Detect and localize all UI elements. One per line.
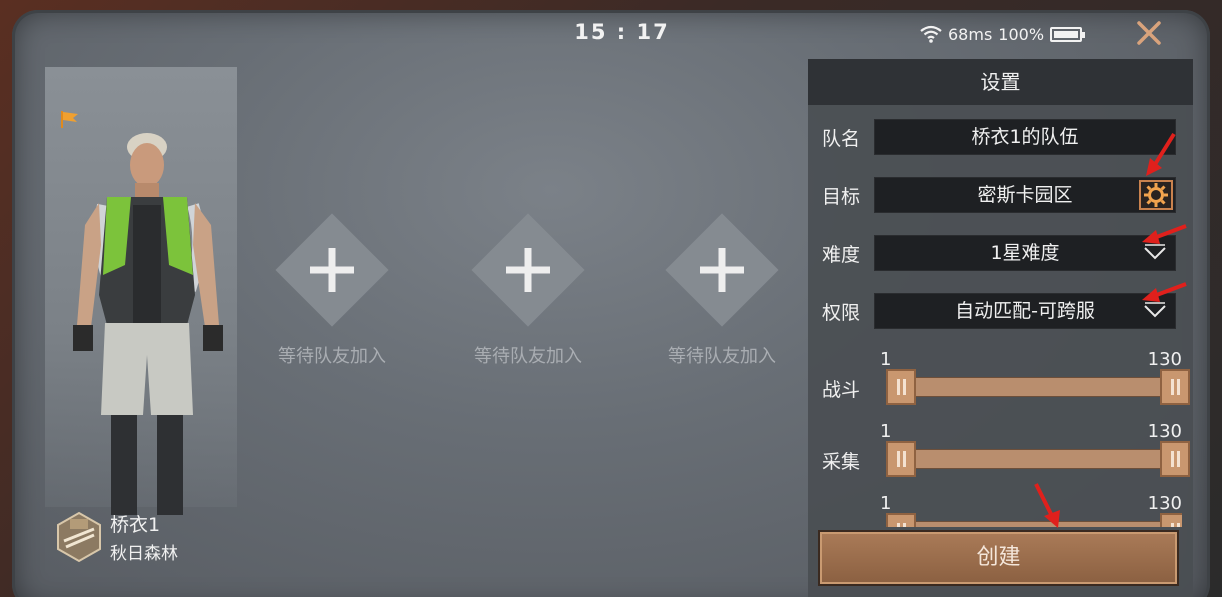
slot-label: 等待队友加入 xyxy=(474,346,582,367)
create-button[interactable]: 创建 xyxy=(820,532,1177,584)
plus-icon xyxy=(310,248,354,292)
target-settings-button[interactable] xyxy=(1139,180,1173,210)
difficulty-value: 1星难度 xyxy=(990,242,1060,264)
combat-label: 战斗 xyxy=(822,379,861,401)
plus-icon xyxy=(700,248,744,292)
close-button[interactable] xyxy=(1132,18,1166,52)
player-info: 桥衣1 秋日森林 xyxy=(54,510,178,564)
combat-max-handle[interactable] xyxy=(1160,369,1190,405)
combat-level-slider: 战斗 1 130 xyxy=(822,349,1190,413)
gather-min-handle[interactable] xyxy=(886,441,916,477)
chevron-down-icon xyxy=(1144,302,1166,318)
target-row: 目标 密斯卡园区 xyxy=(822,177,1176,213)
combat-min: 1 xyxy=(880,349,892,370)
invite-button[interactable] xyxy=(652,210,792,330)
team-name-field[interactable]: 桥衣1的队伍 xyxy=(874,119,1176,155)
difficulty-label: 难度 xyxy=(822,243,861,266)
slot-label: 等待队友加入 xyxy=(278,346,386,367)
teammate-slot[interactable]: 等待队友加入 xyxy=(262,210,402,368)
character-model xyxy=(73,133,223,515)
difficulty-select[interactable]: 1星难度 xyxy=(874,235,1176,271)
ping-text: 68ms xyxy=(948,24,993,44)
target-field[interactable]: 密斯卡园区 xyxy=(874,177,1176,213)
gear-icon xyxy=(1144,183,1168,207)
wifi-icon xyxy=(920,25,942,43)
settings-panel: 设置 队名 桥衣1的队伍 目标 密斯卡园区 难度 1星难度 权限 自动匹配-可跨… xyxy=(808,59,1193,597)
gather-max-handle[interactable] xyxy=(1160,441,1190,477)
permission-label: 权限 xyxy=(822,301,861,324)
invite-button[interactable] xyxy=(262,210,402,330)
combat-min-handle[interactable] xyxy=(886,369,916,405)
gather-level-slider: 采集 1 130 xyxy=(822,421,1190,485)
combat-track[interactable] xyxy=(888,377,1186,397)
gather-max: 130 xyxy=(1147,421,1182,442)
target-value: 密斯卡园区 xyxy=(977,184,1073,206)
chevron-down-icon xyxy=(1144,244,1166,260)
rank-icon xyxy=(57,511,101,563)
slot-label: 等待队友加入 xyxy=(668,346,776,367)
status-bar: 68ms 100% xyxy=(920,24,1086,44)
permission-row: 权限 自动匹配-可跨服 xyxy=(822,293,1176,329)
gather-track[interactable] xyxy=(888,449,1186,469)
third-max-handle[interactable] xyxy=(1160,513,1182,527)
battery-icon xyxy=(1050,26,1086,42)
gather-min: 1 xyxy=(880,421,892,442)
third-track[interactable] xyxy=(888,521,1182,527)
teammate-slot[interactable]: 等待队友加入 xyxy=(458,210,598,368)
permission-select[interactable]: 自动匹配-可跨服 xyxy=(874,293,1176,329)
player-name: 桥衣1 xyxy=(110,514,161,536)
difficulty-row: 难度 1星难度 xyxy=(822,235,1176,271)
gather-label: 采集 xyxy=(822,451,861,473)
player-map: 秋日森林 xyxy=(110,544,178,564)
combat-max: 130 xyxy=(1147,349,1182,370)
battery-text: 100% xyxy=(998,24,1045,44)
clock: 15 : 17 xyxy=(574,20,670,44)
close-icon xyxy=(1137,21,1161,45)
panel-title: 设置 xyxy=(808,59,1193,105)
target-label: 目标 xyxy=(822,185,861,208)
team-name-label: 队名 xyxy=(822,127,861,150)
third-min: 1 xyxy=(880,493,892,514)
plus-icon xyxy=(506,248,550,292)
player-card[interactable] xyxy=(45,67,237,515)
device-frame: 15 : 17 68ms 100% 桥衣1 秋日森林 等待队友加入 等待队友加入… xyxy=(0,0,1222,597)
invite-button[interactable] xyxy=(458,210,598,330)
battery-fill xyxy=(1054,30,1079,38)
third-level-slider: 1 130 xyxy=(822,493,1182,527)
game-screen: 15 : 17 68ms 100% 桥衣1 秋日森林 等待队友加入 等待队友加入… xyxy=(12,10,1210,597)
third-max: 130 xyxy=(1147,493,1182,514)
team-name-row: 队名 桥衣1的队伍 xyxy=(822,119,1176,155)
third-min-handle[interactable] xyxy=(886,513,916,527)
teammate-slot[interactable]: 等待队友加入 xyxy=(652,210,792,368)
permission-value: 自动匹配-可跨服 xyxy=(955,300,1095,322)
